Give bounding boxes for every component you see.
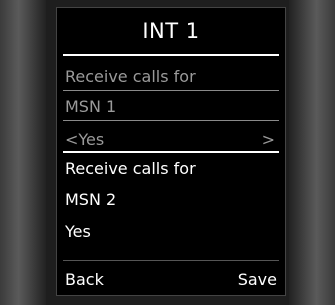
right-bezel — [289, 0, 335, 305]
save-softkey[interactable]: Save — [238, 270, 277, 290]
softkey-divider — [63, 260, 279, 261]
setting-1-divider-a — [63, 90, 279, 91]
back-softkey[interactable]: Back — [65, 270, 104, 290]
setting-1-value-selector[interactable]: <Yes — [65, 130, 104, 150]
right-arrow-icon[interactable]: > — [262, 130, 275, 150]
setting-1-divider-b — [63, 120, 279, 121]
left-arrow-icon[interactable]: < — [65, 130, 78, 149]
setting-1-value: Yes — [78, 130, 105, 149]
title-divider — [63, 54, 279, 56]
setting-2-label-line1[interactable]: Receive calls for — [65, 159, 196, 179]
left-bezel — [0, 0, 46, 305]
setting-2-value[interactable]: Yes — [65, 222, 91, 242]
setting-1-label-line1: Receive calls for — [65, 67, 196, 86]
phone-frame: INT 1 Receive calls for MSN 1 <Yes > Rec… — [0, 0, 335, 305]
handset-display: INT 1 Receive calls for MSN 1 <Yes > Rec… — [56, 7, 286, 296]
setting-1-label-line2: MSN 1 — [65, 97, 117, 116]
setting-2-label-line2[interactable]: MSN 2 — [65, 190, 116, 210]
screen-title: INT 1 — [142, 19, 200, 43]
setting-1-divider-c — [63, 151, 279, 153]
